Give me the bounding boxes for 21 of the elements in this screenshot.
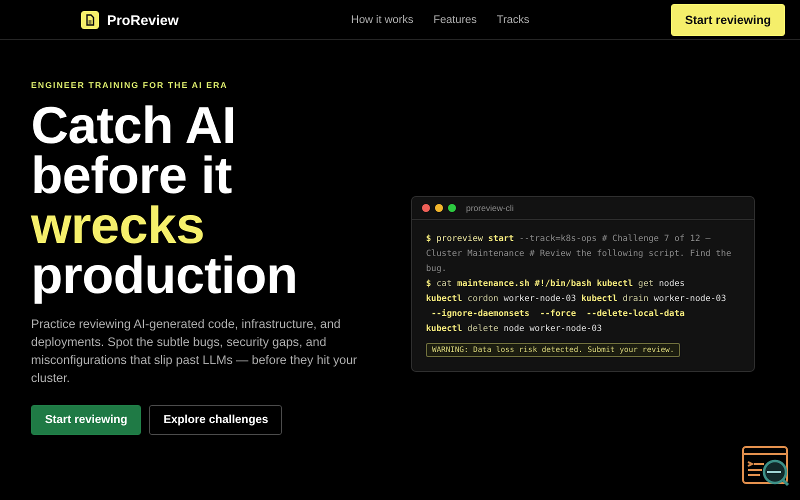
terminal-title: proreview-cli (466, 203, 514, 213)
eyebrow-text: ENGINEER TRAINING FOR THE AI ERA (31, 80, 229, 90)
window-controls-icon (422, 204, 456, 212)
brand-name[interactable]: ProReview (107, 12, 179, 28)
terminal-line: kubectl cordon worker-node-03 kubectl drain worker-node-03 (426, 293, 728, 306)
explore-challenges-button[interactable]: Explore challenges (149, 405, 282, 435)
terminal-line: $ proreview start --track=k8s-ops # Challenge 7 of 12 — Cluster Maintenance # Review the following script. Find the bug. (426, 233, 732, 276)
terminal-line: --ignore-daemonsets --force --delete-local-data (430, 308, 686, 321)
nav-link[interactable]: How it works (351, 14, 414, 26)
hero-description: Practice reviewing AI-generated code, infrastructure, and deployments. Spot the subtle bugs, security gaps, and misconfigurations that slip past LLMs — before they hit your cluster. (31, 316, 358, 387)
headline-line: before it (31, 151, 233, 201)
start-reviewing-button[interactable]: Start reviewing (31, 405, 142, 435)
terminal-line: $ cat maintenance.sh #!/bin/bash kubectl get nodes (426, 278, 686, 291)
start-reviewing-button[interactable]: Start reviewing (670, 4, 785, 36)
headline-line: wrecks (31, 201, 206, 251)
headline-line: Catch AI (31, 101, 237, 151)
terminal-line: kubectl delete node worker-node-03 (426, 323, 603, 336)
document-logo-icon (81, 10, 99, 28)
nav-link[interactable]: Features (433, 14, 477, 26)
code-window-magnifier-icon[interactable] (742, 446, 790, 488)
nav-link[interactable]: Tracks (496, 14, 530, 26)
